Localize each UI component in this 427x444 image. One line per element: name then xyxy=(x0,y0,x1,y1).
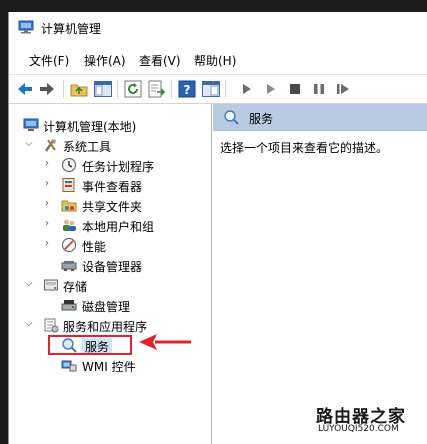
details-pane: 服务 选择一个项目来查看它的描述。 xyxy=(213,104,427,444)
help-icon[interactable]: ? xyxy=(177,79,197,99)
stop-icon[interactable] xyxy=(285,79,305,99)
chevron-right-icon[interactable]: › xyxy=(45,238,55,250)
menu-bar: 文件(F) 操作(A) 查看(V) 帮助(H) xyxy=(9,49,427,71)
performance-icon xyxy=(61,237,77,253)
show-hide-tree-icon[interactable] xyxy=(93,79,113,99)
refresh-icon[interactable] xyxy=(123,79,143,99)
event-viewer-icon xyxy=(61,177,77,193)
tree-item-disk-management[interactable]: 磁盘管理 xyxy=(9,295,209,315)
tree-item-event-viewer[interactable]: › 事件查看器 xyxy=(9,175,209,195)
tree-root[interactable]: 计算机管理(本地) xyxy=(9,115,209,135)
back-icon[interactable] xyxy=(15,79,35,99)
console-tree: 计算机管理(本地) ⌵ 系统工具 › 任务计划程序 › 事件查看器 › 共享文件… xyxy=(9,104,212,444)
highlight-box xyxy=(48,335,132,355)
tree-root-label: 计算机管理(本地) xyxy=(43,120,137,134)
tree-item-device-manager[interactable]: 设备管理器 xyxy=(9,255,209,275)
services-apps-icon xyxy=(43,317,59,333)
device-manager-icon xyxy=(61,257,77,273)
forward-icon[interactable] xyxy=(37,79,57,99)
details-header: 服务 xyxy=(213,104,427,131)
wmi-control-icon xyxy=(61,357,77,373)
computer-management-icon xyxy=(18,20,34,34)
toolbar-separator xyxy=(63,80,64,98)
chevron-down-icon[interactable]: ⌵ xyxy=(25,318,35,330)
chevron-right-icon[interactable]: › xyxy=(45,218,55,230)
menu-action[interactable]: 操作(A) xyxy=(84,52,126,69)
toolbar-separator xyxy=(117,80,118,98)
title-bar[interactable]: 计算机管理 xyxy=(9,12,427,42)
tree-item-task-scheduler[interactable]: › 任务计划程序 xyxy=(9,155,209,175)
shared-folders-icon xyxy=(61,197,77,213)
system-tools-icon xyxy=(43,137,59,153)
details-description: 选择一个项目来查看它的描述。 xyxy=(220,141,389,155)
details-title: 服务 xyxy=(249,112,274,126)
tree-item-shared-folders[interactable]: › 共享文件夹 xyxy=(9,195,209,215)
restart-icon[interactable] xyxy=(333,79,353,99)
disk-management-icon xyxy=(61,297,77,313)
computer-management-window: 计算机管理 文件(F) 操作(A) 查看(V) 帮助(H) ? 计算机管理(本地… xyxy=(8,12,427,444)
toolbar: ? xyxy=(9,74,427,104)
svg-text:?: ? xyxy=(184,83,191,97)
menu-file[interactable]: 文件(F) xyxy=(29,52,69,69)
tree-item-storage[interactable]: ⌵ 存储 xyxy=(9,275,209,295)
toolbar-separator xyxy=(171,80,172,98)
toolbar-separator xyxy=(225,80,226,98)
play-icon[interactable] xyxy=(237,79,257,99)
play-outline-icon[interactable] xyxy=(261,79,281,99)
storage-icon xyxy=(43,277,59,293)
chevron-right-icon[interactable]: › xyxy=(45,198,55,210)
properties-icon[interactable] xyxy=(201,79,221,99)
site-watermark: 路由器之家 LUYOUQI520.COM xyxy=(314,402,424,442)
window-title: 计算机管理 xyxy=(41,22,102,36)
watermark-url: LUYOUQI520.COM xyxy=(318,424,399,434)
tree-item-performance[interactable]: › 性能 xyxy=(9,235,209,255)
chevron-down-icon[interactable]: ⌵ xyxy=(25,278,35,290)
local-users-icon xyxy=(61,217,77,233)
chevron-right-icon[interactable]: › xyxy=(45,178,55,190)
chevron-down-icon[interactable]: ⌵ xyxy=(25,138,35,150)
annotation-arrow xyxy=(139,334,191,350)
pause-icon[interactable] xyxy=(309,79,329,99)
menu-view[interactable]: 查看(V) xyxy=(139,52,181,69)
chevron-right-icon[interactable]: › xyxy=(45,158,55,170)
tree-item-system-tools[interactable]: ⌵ 系统工具 xyxy=(9,135,209,155)
export-list-icon[interactable] xyxy=(147,79,167,99)
computer-management-icon xyxy=(23,117,39,133)
up-folder-icon[interactable] xyxy=(69,79,89,99)
menu-help[interactable]: 帮助(H) xyxy=(194,52,236,69)
services-icon xyxy=(223,109,239,125)
task-scheduler-icon xyxy=(61,157,77,173)
tree-item-wmi-control[interactable]: WMI 控件 xyxy=(9,355,209,375)
tree-item-local-users[interactable]: › 本地用户和组 xyxy=(9,215,209,235)
